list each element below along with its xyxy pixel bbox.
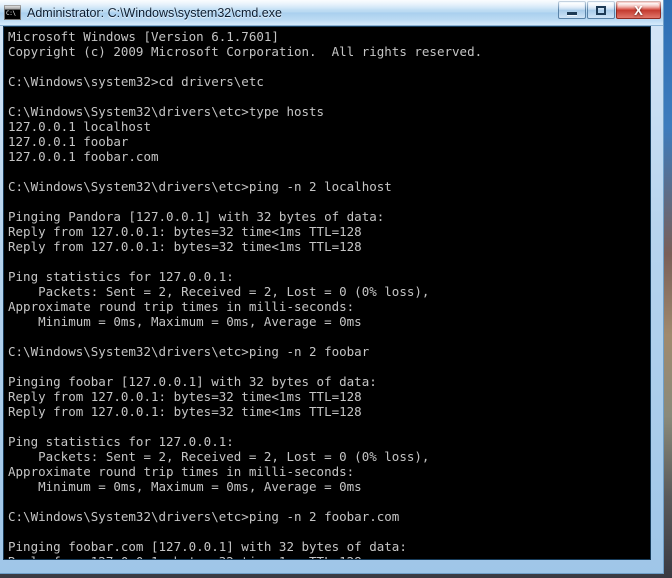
console-line: C:\Windows\System32\drivers\etc>ping -n … — [8, 509, 400, 524]
console-line: Approximate round trip times in milli-se… — [8, 464, 355, 479]
console-line: Reply from 127.0.0.1: bytes=32 time<1ms … — [8, 404, 362, 419]
command-prompt-window: C:\ Administrator: C:\Windows\system32\c… — [0, 0, 664, 574]
console-line: Ping statistics for 127.0.0.1: — [8, 269, 234, 284]
console-line: C:\Windows\System32\drivers\etc>ping -n … — [8, 179, 392, 194]
close-icon: X — [634, 2, 643, 18]
console-client-area[interactable]: Microsoft Windows [Version 6.1.7601] Copy… — [3, 26, 651, 560]
maximize-button[interactable] — [587, 1, 615, 19]
console-line: C:\Windows\System32\drivers\etc>ping -n … — [8, 344, 370, 359]
window-titlebar[interactable]: C:\ Administrator: C:\Windows\system32\c… — [0, 0, 663, 26]
console-line: Minimum = 0ms, Maximum = 0ms, Average = … — [8, 479, 362, 494]
cmd-console-icon[interactable]: C:\ — [4, 5, 21, 20]
console-line: 127.0.0.1 foobar.com — [8, 149, 159, 164]
window-title: Administrator: C:\Windows\system32\cmd.e… — [27, 5, 282, 20]
window-controls: X — [558, 1, 661, 19]
console-line: Packets: Sent = 2, Received = 2, Lost = … — [8, 449, 430, 464]
minimize-icon — [567, 11, 577, 15]
console-line: Reply from 127.0.0.1: bytes=32 time<1ms … — [8, 554, 650, 559]
console-line: Reply from 127.0.0.1: bytes=32 time<1ms … — [8, 224, 362, 239]
maximize-icon — [596, 5, 606, 15]
cmd-icon-prompt-text: C:\ — [6, 10, 16, 17]
console-line: Microsoft Windows [Version 6.1.7601] — [8, 29, 279, 44]
minimize-button[interactable] — [558, 1, 586, 19]
console-line: Packets: Sent = 2, Received = 2, Lost = … — [8, 284, 430, 299]
console-line: Minimum = 0ms, Maximum = 0ms, Average = … — [8, 314, 362, 329]
console-output: Microsoft Windows [Version 6.1.7601] Copy… — [4, 27, 650, 559]
console-line: C:\Windows\system32>cd drivers\etc — [8, 74, 264, 89]
console-line: C:\Windows\System32\drivers\etc>type hos… — [8, 104, 325, 119]
console-line: Approximate round trip times in milli-se… — [8, 299, 355, 314]
console-line: Reply from 127.0.0.1: bytes=32 time<1ms … — [8, 389, 362, 404]
console-line: Pinging Pandora [127.0.0.1] with 32 byte… — [8, 209, 385, 224]
console-line: 127.0.0.1 foobar — [8, 134, 129, 149]
console-line: Pinging foobar [127.0.0.1] with 32 bytes… — [8, 374, 377, 389]
close-button[interactable]: X — [616, 1, 661, 19]
console-line: Ping statistics for 127.0.0.1: — [8, 434, 234, 449]
console-line: Copyright (c) 2009 Microsoft Corporation… — [8, 44, 483, 59]
console-line: Reply from 127.0.0.1: bytes=32 time<1ms … — [8, 239, 362, 254]
console-line: 127.0.0.1 localhost — [8, 119, 151, 134]
console-line: Pinging foobar.com [127.0.0.1] with 32 b… — [8, 539, 407, 554]
